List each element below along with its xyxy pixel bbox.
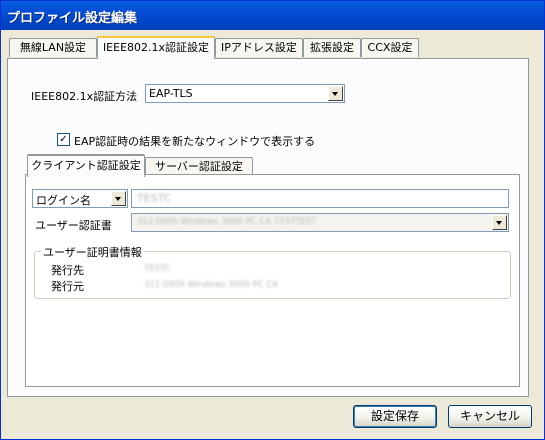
cancel-button[interactable]: キャンセル [448,405,532,428]
user-cert-value: 312 DATA Windows 3000 PC CA 7737TEST [137,217,317,227]
chevron-down-icon[interactable] [328,86,343,101]
login-name-value: TESTC [137,192,172,205]
tab-ieee8021x[interactable]: IEEE802.1x認証設定 [97,36,215,59]
issued-to-value: TESTC [144,264,171,274]
profile-edit-dialog: プロファイル設定編集 無線LAN設定 IEEE802.1x認証設定 IPアドレス… [0,0,545,440]
title-bar[interactable]: プロファイル設定編集 [1,1,544,30]
tab-wireless-lan[interactable]: 無線LAN設定 [9,38,97,57]
tab-ccx[interactable]: CCX設定 [361,38,419,57]
issued-by-label: 発行元 [51,280,84,293]
show-result-checkbox[interactable]: ✓ [57,133,70,146]
user-cert-select[interactable]: 312 DATA Windows 3000 PC CA 7737TEST [131,213,509,232]
cert-info-title: ユーザー証明書情報 [41,244,144,260]
auth-method-select[interactable]: EAP-TLS [145,84,345,103]
issued-to-label: 発行先 [51,264,84,277]
login-name-input[interactable]: TESTC [131,189,509,208]
tab-extended[interactable]: 拡張設定 [303,38,361,57]
show-result-label: EAP認証時の結果を新たなウィンドウで表示する [74,135,316,148]
checkmark-icon: ✓ [59,134,68,145]
issued-by-value: 312 DATA Windows 3000 PC CA [144,280,279,290]
subtab-client-auth[interactable]: クライアント認証設定 [27,154,145,177]
user-cert-label: ユーザー認証書 [35,219,112,232]
auth-method-label: IEEE802.1x認証方法 [31,90,138,103]
save-button[interactable]: 設定保存 [353,405,437,428]
window-title: プロファイル設定編集 [7,11,138,26]
auth-method-value: EAP-TLS [149,87,193,100]
chevron-down-icon[interactable] [492,215,507,230]
chevron-down-icon[interactable] [111,191,126,206]
login-type-value: ログイン名 [36,194,91,207]
tab-ip-address[interactable]: IPアドレス設定 [215,38,303,57]
login-type-select[interactable]: ログイン名 [32,189,128,208]
